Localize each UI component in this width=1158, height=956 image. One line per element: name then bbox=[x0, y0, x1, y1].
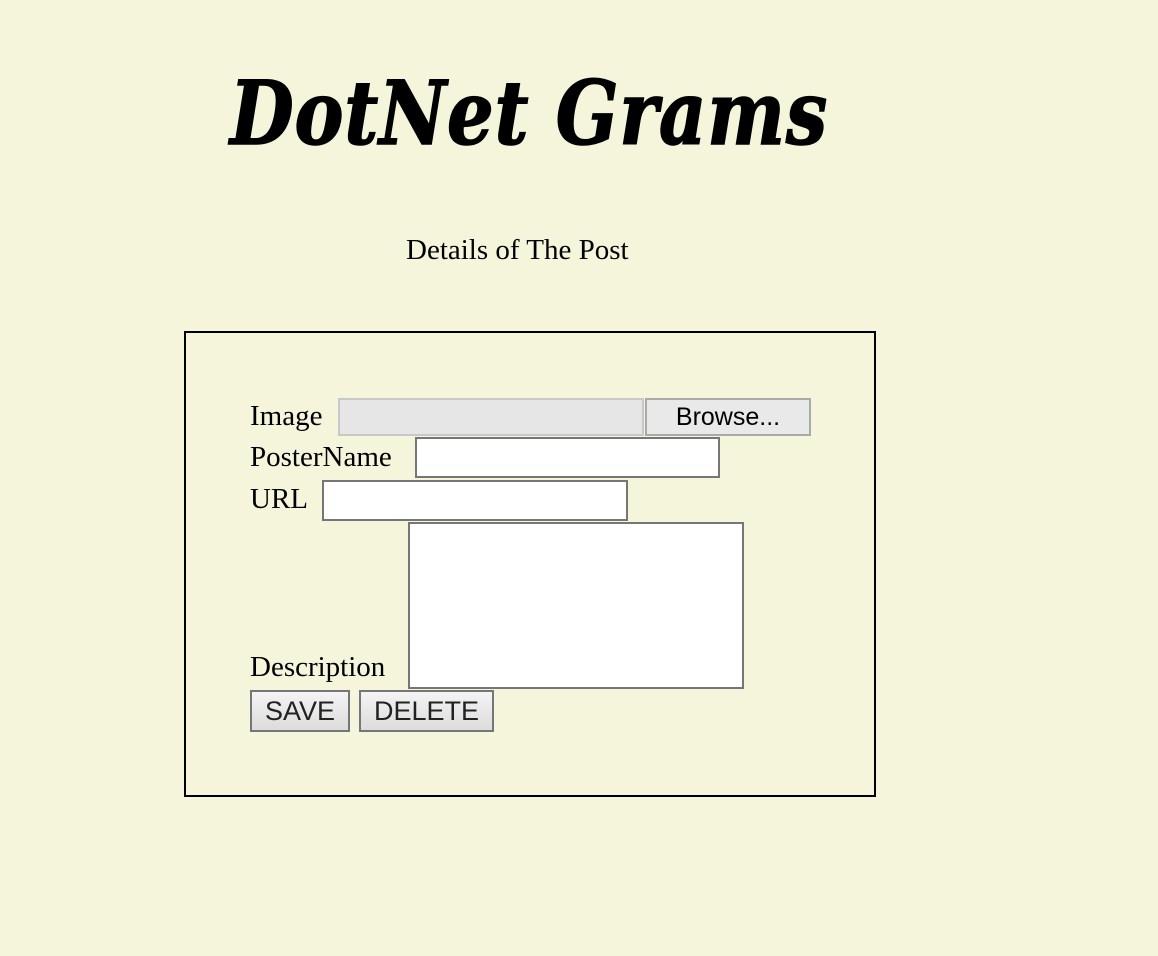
url-input[interactable] bbox=[322, 480, 628, 521]
site-logo-text: DotNet Grams bbox=[227, 61, 828, 165]
description-textarea[interactable] bbox=[408, 522, 744, 689]
url-label: URL bbox=[250, 483, 308, 515]
browse-button[interactable]: Browse... bbox=[645, 398, 811, 436]
poster-name-input[interactable] bbox=[415, 437, 720, 478]
site-logo: DotNet Grams bbox=[222, 52, 842, 172]
image-file-path[interactable] bbox=[338, 398, 644, 436]
page-title: Details of The Post bbox=[406, 234, 629, 266]
poster-name-label: PosterName bbox=[250, 441, 392, 473]
image-label: Image bbox=[250, 400, 323, 432]
save-button[interactable]: SAVE bbox=[250, 690, 350, 732]
delete-button[interactable]: DELETE bbox=[359, 690, 494, 732]
page: DotNet Grams Details of The Post Image B… bbox=[0, 0, 1158, 956]
description-label: Description bbox=[250, 651, 386, 683]
